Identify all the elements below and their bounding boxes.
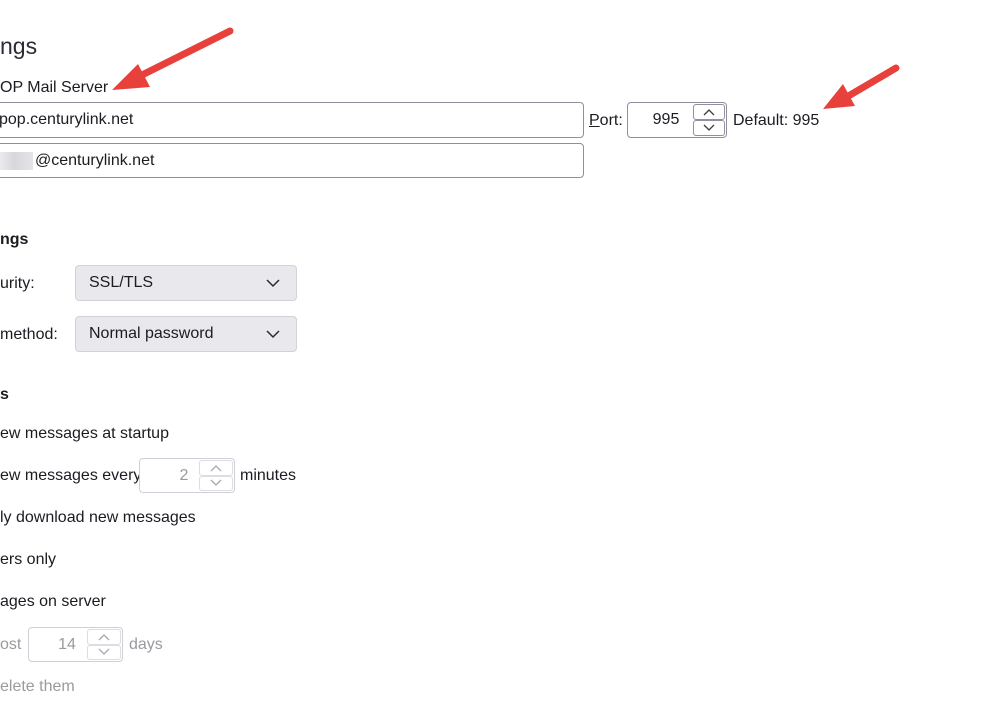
chevron-down-icon	[98, 648, 110, 656]
check-at-startup-label[interactable]: ew messages at startup	[0, 425, 169, 443]
server-name-value: pop.centurylink.net	[0, 111, 134, 128]
chevron-down-icon	[266, 330, 280, 339]
chevron-up-icon	[98, 633, 110, 641]
chevron-up-icon	[210, 464, 222, 472]
check-interval-spinner[interactable]: 2	[139, 458, 235, 493]
days-decrement-button[interactable]	[87, 644, 121, 660]
auth-method-value: Normal password	[89, 325, 214, 342]
check-interval-increment-button[interactable]	[199, 460, 233, 476]
security-settings-heading: ngs	[0, 231, 29, 248]
auth-method-select[interactable]: Normal password	[75, 316, 297, 352]
check-interval-decrement-button[interactable]	[199, 475, 233, 491]
chevron-down-icon	[266, 279, 280, 288]
leave-on-server-label[interactable]: ages on server	[0, 593, 106, 611]
port-label: Port:	[589, 112, 623, 129]
days-increment-button[interactable]	[87, 629, 121, 645]
headers-only-label[interactable]: ers only	[0, 551, 56, 569]
chevron-down-icon	[703, 124, 715, 131]
port-decrement-button[interactable]	[693, 120, 725, 136]
server-type-label: OP Mail Server	[0, 79, 109, 96]
chevron-down-icon	[210, 479, 222, 487]
connection-security-label: urity:	[0, 275, 35, 292]
page-title: ngs	[0, 33, 38, 59]
connection-security-value: SSL/TLS	[89, 274, 154, 291]
days-spinner[interactable]: 14	[28, 627, 123, 662]
auth-method-label: method:	[0, 326, 58, 343]
port-spinner[interactable]: 995	[627, 102, 727, 138]
username-value: @centurylink.net	[35, 151, 155, 169]
delete-label[interactable]: elete them	[0, 678, 75, 696]
days-label: days	[129, 636, 163, 653]
default-port-text: Default: 995	[733, 112, 820, 129]
server-name-input[interactable]: pop.centurylink.net	[0, 102, 584, 138]
username-input[interactable]: @centurylink.net	[0, 143, 584, 178]
red-arrow-icon	[112, 27, 234, 90]
server-options-heading: s	[0, 386, 9, 403]
minutes-label: minutes	[240, 467, 297, 484]
connection-security-select[interactable]: SSL/TLS	[75, 265, 297, 301]
check-every-label[interactable]: ew messages every	[0, 467, 141, 485]
chevron-up-icon	[703, 109, 715, 116]
redacted-username	[0, 151, 33, 170]
red-arrow-icon	[823, 64, 900, 109]
auto-download-label[interactable]: ly download new messages	[0, 509, 196, 527]
port-increment-button[interactable]	[693, 104, 725, 120]
at-most-label[interactable]: ost	[0, 636, 21, 654]
